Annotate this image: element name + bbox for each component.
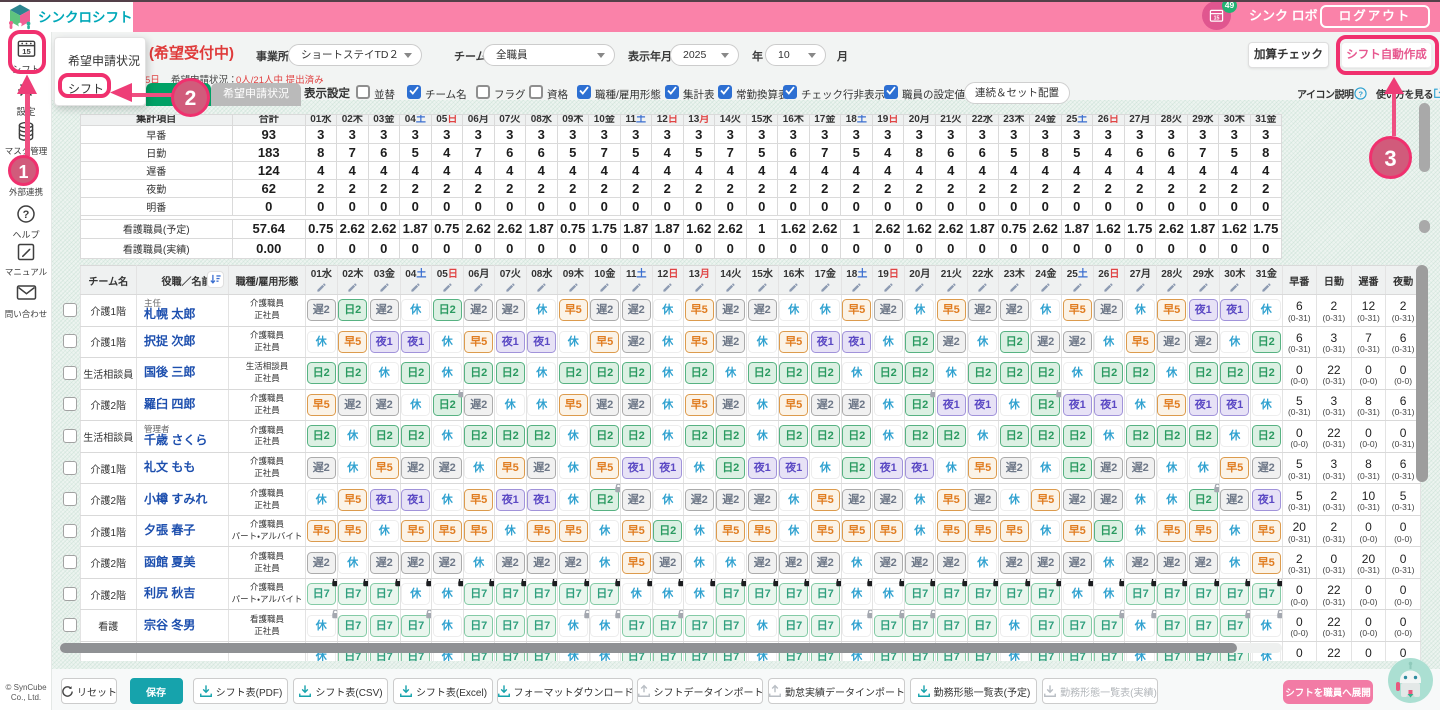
svg-text:?: ?	[23, 209, 30, 221]
svg-text:?: ?	[1358, 89, 1363, 98]
svg-text:15: 15	[1214, 16, 1220, 22]
